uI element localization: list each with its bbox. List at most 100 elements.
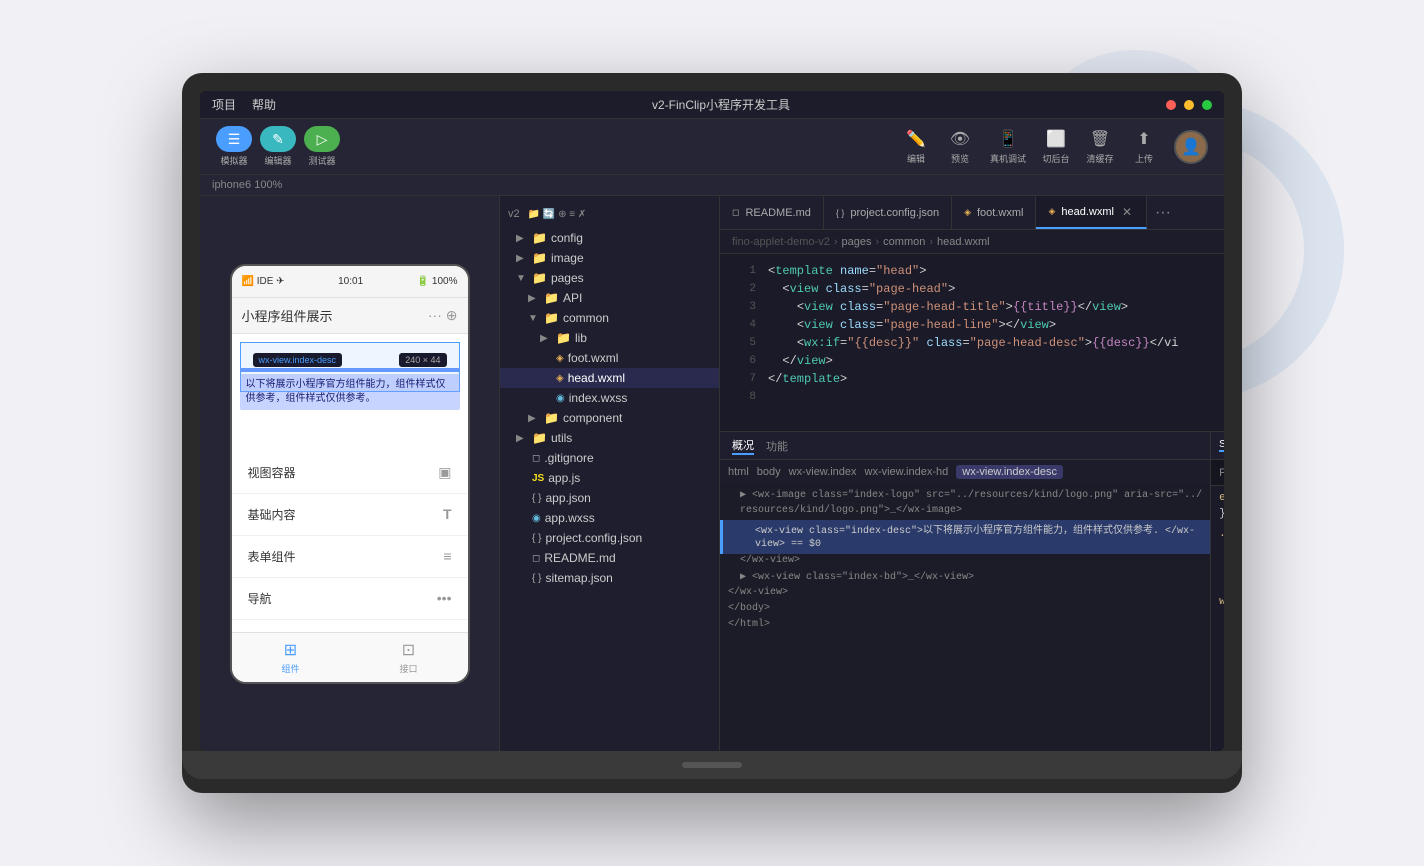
action-upload[interactable]: ⬆ 上传 xyxy=(1130,128,1158,165)
folder-icon: 📁 xyxy=(532,231,547,245)
nav-label-form: 表单组件 xyxy=(248,548,296,565)
code-area: 1 <template name="head"> 2 <view class="… xyxy=(720,254,1224,751)
tab-head-wxml[interactable]: ◈ head.wxml ✕ xyxy=(1036,196,1147,229)
tree-item-index-wxss[interactable]: ▶ ◉ index.wxss xyxy=(500,388,719,408)
folder-icon: 📁 xyxy=(532,431,547,445)
tree-item-api[interactable]: ▶ 📁 API xyxy=(500,288,719,308)
tree-item-component[interactable]: ▶ 📁 component xyxy=(500,408,719,428)
style-line-5: margin-top: 10px; xyxy=(1211,542,1224,558)
interface-tab-label: 接口 xyxy=(399,662,417,675)
tree-item-sitemap[interactable]: ▶ { } sitemap.json xyxy=(500,568,719,588)
action-edit[interactable]: ✏️ 编辑 xyxy=(902,128,930,165)
expand-icon: ▶ xyxy=(540,333,552,344)
menu-item-project[interactable]: 项目 xyxy=(212,96,236,113)
sim-tab-component[interactable]: ⊞ 组件 xyxy=(232,640,350,675)
tree-item-readme[interactable]: ▶ ◻ README.md xyxy=(500,548,719,568)
bc-wx-index-desc[interactable]: wx-view.index-desc xyxy=(956,465,1063,479)
tree-item-app-js[interactable]: ▶ JS app.js xyxy=(500,468,719,488)
tree-root-label: v2 xyxy=(508,208,520,220)
tree-header: v2 📁 🔄 ⊕ ≡ ✗ xyxy=(500,204,719,228)
user-avatar[interactable]: 👤 xyxy=(1174,130,1208,164)
tab-project-config[interactable]: { } project.config.json xyxy=(824,196,952,229)
tab-more[interactable]: ··· xyxy=(1147,196,1179,229)
tree-label-project-config: project.config.json xyxy=(545,531,642,545)
nav-label-basic: 基础内容 xyxy=(248,506,296,523)
tab-foot-wxml[interactable]: ◈ foot.wxml xyxy=(952,196,1036,229)
close-btn[interactable] xyxy=(1166,100,1176,110)
highlight-size: 240 × 44 xyxy=(399,353,446,367)
tree-item-pages[interactable]: ▼ 📁 pages xyxy=(500,268,719,288)
tree-item-head-wxml[interactable]: ▶ ◈ head.wxml xyxy=(500,368,719,388)
menu-item-help[interactable]: 帮助 xyxy=(252,96,276,113)
laptop-base xyxy=(182,751,1242,779)
component-tab-icon: ⊞ xyxy=(284,640,297,660)
nav-item-basic[interactable]: 基础内容 T xyxy=(232,494,468,536)
bc-sep-3: › xyxy=(929,236,933,248)
toolbar-right: ✏️ 编辑 👁 预览 📱 真机调试 ⬜ 切后台 🗑 清缓存 xyxy=(902,128,1208,165)
json-icon: { } xyxy=(532,533,541,544)
toolbar-editor-btn[interactable]: ✎ 编辑器 xyxy=(260,126,296,167)
laptop-frame: 项目 帮助 v2-FinClip小程序开发工具 ☰ 模拟器 xyxy=(182,73,1242,793)
nav-item-nav[interactable]: 导航 ••• xyxy=(232,578,468,620)
code-line-7: 7 </template> xyxy=(720,370,1224,388)
styles-tab-styles[interactable]: Styles xyxy=(1219,439,1224,452)
code-panel: ◻ README.md { } project.config.json ◈ fo… xyxy=(720,196,1224,751)
tree-item-project-config[interactable]: ▶ { } project.config.json xyxy=(500,528,719,548)
test-icon: ▷ xyxy=(304,126,340,152)
tree-item-app-json[interactable]: ▶ { } app.json xyxy=(500,488,719,508)
sim-signal: 📶 IDE ✈ xyxy=(242,276,285,287)
tree-label-lib: lib xyxy=(575,331,587,345)
breadcrumb-item-pages: pages xyxy=(842,236,872,248)
sim-phone: 📶 IDE ✈ 10:01 🔋 100% 小程序组件展示 ··· ⊕ xyxy=(230,264,470,684)
minimize-btn[interactable] xyxy=(1184,100,1194,110)
html-line-4: view> == $0 xyxy=(720,538,1210,554)
tree-item-common[interactable]: ▼ 📁 common xyxy=(500,308,719,328)
tree-item-lib[interactable]: ▶ 📁 lib xyxy=(500,328,719,348)
code-line-2: 2 <view class="page-head"> xyxy=(720,280,1224,298)
expand-icon: ▼ xyxy=(516,273,528,284)
toolbar-simulator-btn[interactable]: ☰ 模拟器 xyxy=(216,126,252,167)
toolbar-test-btn[interactable]: ▷ 测试器 xyxy=(304,126,340,167)
expand-icon: ▼ xyxy=(528,313,540,324)
breadcrumb-item-root: fino-applet-demo-v2 xyxy=(732,236,830,248)
readme-tab-icon: ◻ xyxy=(732,207,739,218)
tree-item-gitignore[interactable]: ▶ ◻ .gitignore xyxy=(500,448,719,468)
expand-icon: ▶ xyxy=(516,433,528,444)
styles-filter: Filter :hov .cls + xyxy=(1211,460,1224,486)
styles-panel: Styles Event Listeners DOM Breakpoints P… xyxy=(1211,432,1224,751)
action-background[interactable]: ⬜ 切后台 xyxy=(1042,128,1070,165)
json-icon: { } xyxy=(532,493,541,504)
html-breadcrumb: html body wx-view.index wx-view.index-hd… xyxy=(720,460,1210,484)
bc-sep-1: › xyxy=(834,236,838,248)
bc-body: body xyxy=(757,466,781,478)
tree-label-app-wxss: app.wxss xyxy=(545,511,595,525)
tree-item-utils[interactable]: ▶ 📁 utils xyxy=(500,428,719,448)
tree-item-app-wxss[interactable]: ▶ ◉ app.wxss xyxy=(500,508,719,528)
action-device-debug[interactable]: 📱 真机调试 xyxy=(990,128,1026,165)
code-line-8: 8 xyxy=(720,388,1224,406)
styles-content: element.style { } .index-desc {<style> m… xyxy=(1211,486,1224,751)
expand-icon: ▶ xyxy=(528,413,540,424)
tree-item-config[interactable]: ▶ 📁 config xyxy=(500,228,719,248)
action-preview[interactable]: 👁 预览 xyxy=(946,128,974,165)
tree-item-image[interactable]: ▶ 📁 image xyxy=(500,248,719,268)
nav-item-view[interactable]: 视图容器 ▣ xyxy=(232,452,468,494)
sim-tab-interface[interactable]: ⊡ 接口 xyxy=(350,640,468,675)
folder-icon: 📁 xyxy=(532,271,547,285)
bc-sep-2: › xyxy=(876,236,880,248)
sim-selected-bar xyxy=(240,368,460,372)
tab-foot-wxml-label: foot.wxml xyxy=(977,207,1023,219)
toolbar-left: ☰ 模拟器 ✎ 编辑器 ▷ 测试器 xyxy=(216,126,340,167)
tree-item-foot-wxml[interactable]: ▶ ◈ foot.wxml xyxy=(500,348,719,368)
close-tab-icon[interactable]: ✕ xyxy=(1120,205,1134,219)
wxss-icon: ◉ xyxy=(532,513,541,524)
panel-tab-overview[interactable]: 概况 xyxy=(732,437,754,455)
style-line-1: element.style { xyxy=(1211,490,1224,506)
html-line-1: ▶ <wx-image class="index-logo" src="../r… xyxy=(720,488,1210,504)
action-clear-cache[interactable]: 🗑 清缓存 xyxy=(1086,128,1114,165)
maximize-btn[interactable] xyxy=(1202,100,1212,110)
tab-readme[interactable]: ◻ README.md xyxy=(720,196,824,229)
device-info-bar: iphone6 100% xyxy=(200,175,1224,196)
nav-item-form[interactable]: 表单组件 ≡ xyxy=(232,536,468,578)
panel-tab-feature[interactable]: 功能 xyxy=(766,438,788,454)
